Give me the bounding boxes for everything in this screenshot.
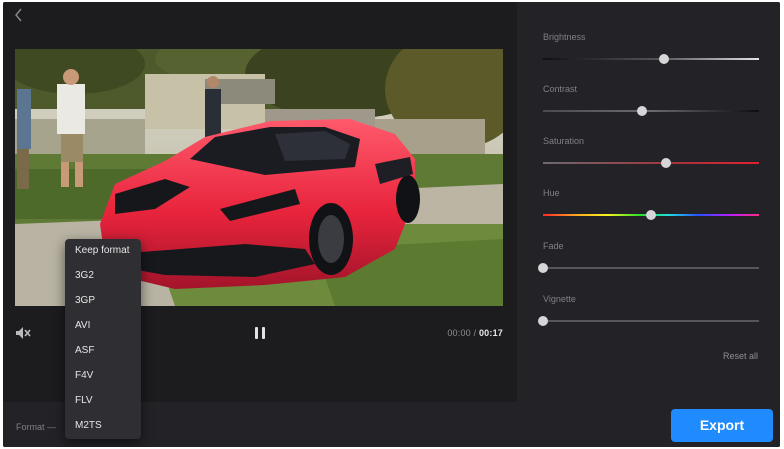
pause-button[interactable]	[251, 324, 269, 342]
format-option-3g2[interactable]: 3G2	[65, 267, 141, 292]
fade-slider[interactable]	[538, 263, 759, 273]
hue-label: Hue	[543, 188, 560, 198]
export-button[interactable]: Export	[671, 409, 773, 442]
adjustments-panel: Brightness Contrast Saturation Hue Fade	[517, 2, 780, 402]
chevron-left-icon	[11, 6, 27, 24]
format-option-f4v[interactable]: F4V	[65, 367, 141, 392]
speaker-muted-icon	[14, 327, 32, 346]
timecode: 00:00 / 00:17	[447, 328, 503, 338]
total-time: 00:17	[478, 328, 503, 338]
mute-button[interactable]	[14, 324, 32, 342]
pause-icon	[251, 327, 269, 346]
hue-control: Hue	[543, 188, 759, 220]
fade-control: Fade	[538, 241, 759, 273]
brightness-knob[interactable]	[658, 54, 669, 64]
saturation-slider[interactable]	[543, 158, 759, 168]
vignette-knob[interactable]	[538, 316, 548, 326]
format-option-keep-format[interactable]: Keep format	[65, 242, 141, 267]
format-option-asf[interactable]: ASF	[65, 342, 141, 367]
vignette-label: Vignette	[543, 294, 576, 304]
contrast-slider[interactable]	[543, 106, 759, 116]
format-option-3gp[interactable]: 3GP	[65, 292, 141, 317]
format-dropdown-menu: Keep format 3G2 3GP AVI ASF F4V FLV M2TS	[65, 239, 141, 439]
brightness-slider[interactable]	[543, 54, 759, 64]
format-option-flv[interactable]: FLV	[65, 392, 141, 417]
format-label: Format —	[16, 422, 57, 432]
saturation-control: Saturation	[543, 136, 759, 168]
format-option-m2ts[interactable]: M2TS	[65, 417, 141, 442]
contrast-control: Contrast	[543, 84, 759, 116]
back-button[interactable]	[11, 6, 27, 24]
saturation-knob[interactable]	[661, 158, 672, 168]
hue-slider[interactable]	[543, 210, 759, 220]
current-time: 00:00	[447, 328, 471, 338]
fade-knob[interactable]	[538, 263, 548, 273]
brightness-control: Brightness	[543, 32, 759, 64]
reset-all-button[interactable]: Reset all	[723, 351, 758, 361]
saturation-label: Saturation	[543, 136, 585, 146]
contrast-knob[interactable]	[637, 106, 648, 116]
time-separator: /	[473, 328, 477, 338]
hue-knob[interactable]	[646, 210, 656, 220]
format-option-avi[interactable]: AVI	[65, 317, 141, 342]
contrast-label: Contrast	[543, 84, 578, 94]
video-editor-window: 00:00 / 00:17 Brightness Contrast Satura…	[3, 2, 780, 447]
vignette-control: Vignette	[538, 294, 759, 326]
brightness-label: Brightness	[543, 32, 586, 42]
fade-label: Fade	[543, 241, 564, 251]
vignette-slider[interactable]	[538, 316, 759, 326]
